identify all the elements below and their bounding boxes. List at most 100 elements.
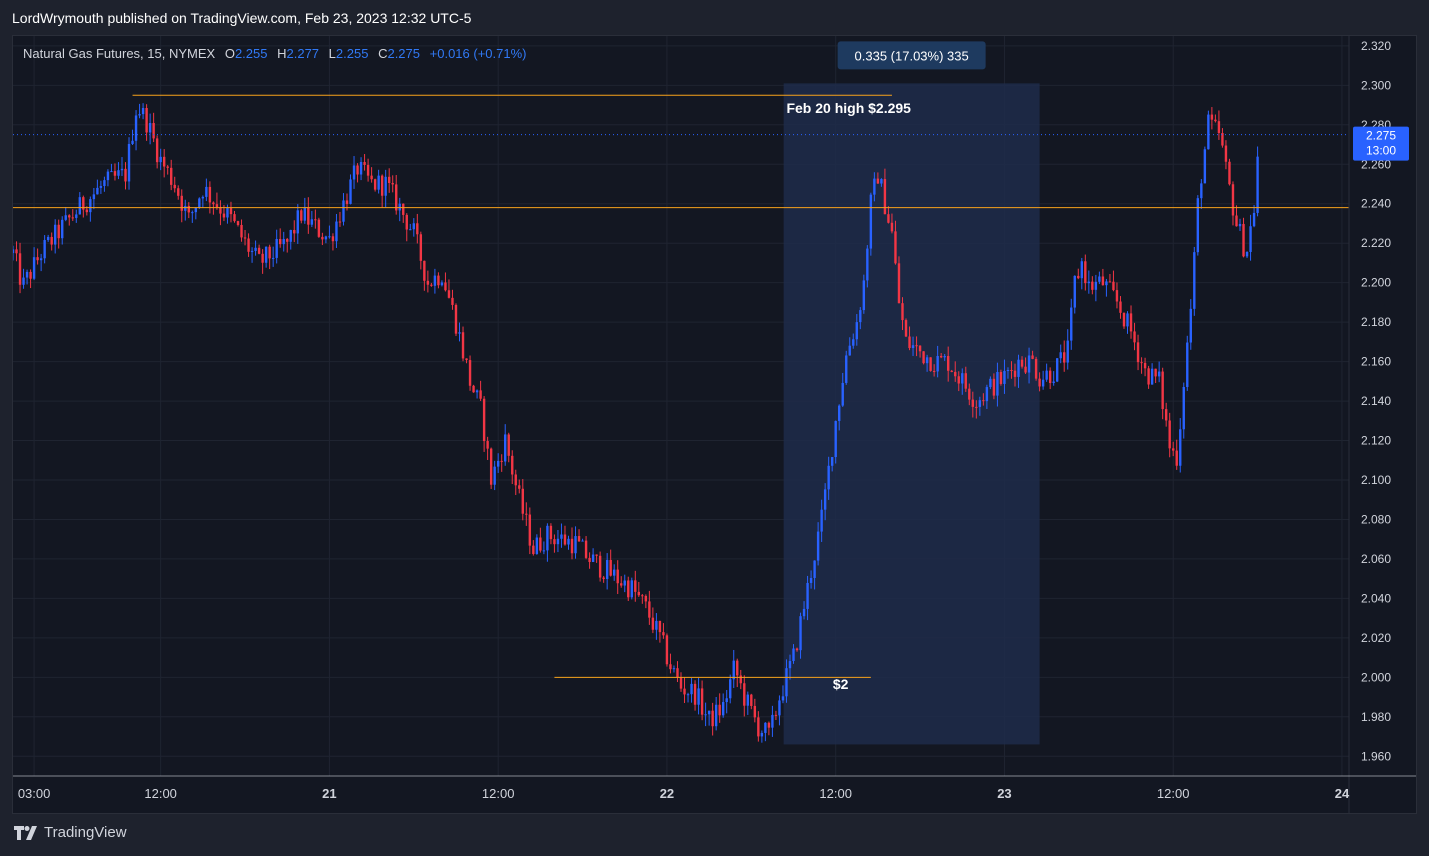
candle-body [191,212,194,214]
candle-body [222,213,226,218]
candle-body [1027,355,1031,373]
candle-body [616,569,619,584]
candle-body [1006,370,1010,372]
candle-body [1020,359,1024,367]
candle-body [641,595,644,597]
candle-body [402,203,405,215]
candle-body [655,620,658,630]
candle-body [908,336,911,349]
candle-body [852,339,855,346]
candle-body [240,224,243,238]
candle-body [771,714,774,728]
grid [13,36,1349,776]
candle-body [957,376,960,384]
candle-body [609,559,612,576]
candle-body [743,683,746,706]
candle-body [1154,368,1157,377]
candle-body [936,355,939,372]
y-tick-label: 1.980 [1361,710,1391,724]
candle-body [15,249,18,254]
chart-container[interactable]: 0.335 (17.03%) 335 Feb 20 high $2.295 $2 2.… [12,35,1417,814]
candle-body [131,140,134,144]
candle-body [613,569,616,576]
candle-body [226,208,229,218]
candle-body [911,345,915,349]
candle-body [521,488,524,514]
annotation-label: $2 [833,676,849,692]
candle-body [570,538,574,554]
candle-body [806,582,809,609]
y-tick-label: 2.120 [1361,434,1391,448]
tradingview-logo[interactable]: TradingView [14,824,127,841]
candle-body [1017,359,1020,377]
candle-body [799,616,802,651]
candle-body [1098,276,1101,282]
candle-body [665,635,669,665]
candle-body [359,162,363,175]
candle-body [511,455,514,475]
candle-body [314,219,317,221]
candle-body [778,700,781,716]
candle-body [32,257,36,279]
candle-body [282,238,285,245]
candle-body [714,704,718,727]
candle-body [584,540,588,558]
candle-body [465,358,468,361]
candle-body [577,536,581,542]
candle-body [36,257,39,261]
candle-body [721,702,725,716]
y-tick-label: 2.140 [1361,394,1391,408]
candle-body [1175,450,1178,466]
candle-body [996,372,999,396]
candle-body [820,509,823,532]
candle-body [823,489,827,510]
candle-body [426,280,430,285]
candle-body [915,345,918,347]
chart-canvas[interactable]: 0.335 (17.03%) 335 Feb 20 high $2.295 $2 2.… [13,36,1416,813]
candle-body [887,214,890,223]
candle-body [1059,352,1062,359]
candle-body [1245,251,1249,257]
countdown-label: 13:00 [1366,144,1396,158]
candle-body [781,696,785,701]
candle-body [458,332,461,334]
y-tick-label: 2.060 [1361,552,1391,566]
candle-body [1196,198,1200,253]
y-tick-label: 2.160 [1361,355,1391,369]
candle-body [1172,448,1175,451]
candle-body [1048,370,1052,384]
candle-body [250,250,254,252]
candle-body [1087,281,1091,284]
candle-body [961,373,964,384]
candle-body [1189,308,1192,343]
candle-body [736,660,739,676]
candle-body [1193,252,1196,309]
candle-body [57,224,60,239]
candle-body [753,705,757,718]
candle-body [103,180,106,187]
candle-body [757,717,760,737]
y-tick-label: 2.200 [1361,276,1391,290]
candle-body [68,215,71,218]
change-value: +0.016 (+0.71%) [429,46,527,61]
candle-body [13,249,15,254]
x-tick-label: 24 [1335,786,1350,801]
candle-body [1249,226,1252,252]
candle-body [1034,358,1038,379]
candle-body [542,550,546,552]
candle-body [556,538,560,545]
x-tick-label: 12:00 [1157,786,1190,801]
candle-body [370,175,373,180]
candle-body [166,166,169,168]
candle-body [623,580,626,586]
candle-body [257,247,261,254]
candle-body [546,525,549,551]
candle-body [880,179,883,184]
candle-body [366,164,370,176]
candle-body [1112,281,1115,291]
symbol-title: Natural Gas Futures, 15, NYMEX [23,46,216,61]
tradingview-logo-icon [14,825,37,840]
candle-body [1231,184,1235,216]
candle-body [479,390,482,399]
candle-body [1101,276,1105,286]
